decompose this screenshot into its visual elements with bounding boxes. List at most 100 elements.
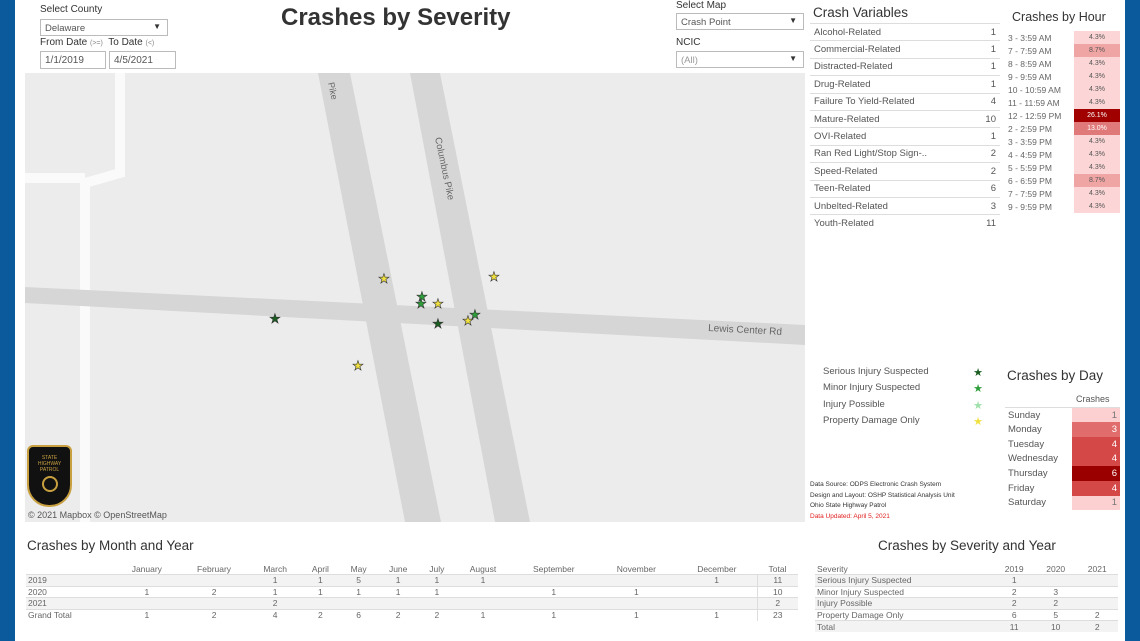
day-label: Sunday — [1008, 409, 1041, 421]
to-date-input[interactable]: 4/5/2021 — [109, 51, 176, 69]
column-header: September — [532, 563, 575, 574]
variable-name: Teen-Related — [810, 179, 975, 198]
legend-item[interactable]: Property Damage Only ★ — [823, 415, 983, 431]
table-cell: 11 — [1009, 621, 1019, 632]
table-row: 11 - 11:59 AM 4.3% — [1005, 96, 1120, 109]
crashes-column-header: Crashes — [1076, 394, 1110, 404]
crash-point-star-icon[interactable]: ★ — [269, 311, 281, 327]
from-date-input[interactable]: 1/1/2019 — [40, 51, 106, 69]
table-cell — [455, 598, 512, 610]
month-year-title: Crashes by Month and Year — [27, 538, 194, 553]
table-cell: 3 — [1053, 586, 1059, 597]
variable-name: Mature-Related — [810, 109, 975, 128]
legend-label: Serious Injury Suspected — [823, 366, 929, 377]
table-cell: 1 — [480, 575, 486, 586]
crash-point-star-icon[interactable]: ★ — [488, 269, 500, 285]
hour-label: 7 - 7:59 AM — [1008, 45, 1052, 56]
month-year-table: January February March April May June July Augu… — [26, 563, 798, 621]
table-cell: 5 — [356, 575, 361, 586]
table-row: January February March April May June July Augu… — [26, 563, 798, 575]
day-count: 4 — [1072, 451, 1120, 467]
table-cell: 10 — [756, 586, 798, 598]
crash-point-star-icon[interactable]: ★ — [432, 316, 444, 332]
dropdown-arrow-icon: ▼ — [153, 22, 161, 31]
day-label: Monday — [1008, 424, 1042, 436]
day-label: Saturday — [1008, 497, 1047, 509]
hour-label: 6 - 6:59 PM — [1008, 175, 1052, 186]
table-row: 9 - 9:59 AM 4.3% — [1005, 70, 1120, 83]
table-row: Minor Injury Suspected 2 3 — [815, 586, 1118, 598]
table-row: Thursday 6 — [1005, 466, 1120, 481]
table-row: Ran Red Light/Stop Sign-.. 2 — [810, 144, 1000, 163]
variable-count: 11 — [974, 214, 1000, 233]
column-header: January — [131, 563, 162, 574]
county-select[interactable]: Delaware ▼ — [40, 19, 168, 36]
legend-item[interactable]: Injury Possible ★ — [823, 399, 983, 415]
dropdown-arrow-icon: ▼ — [789, 54, 797, 63]
table-row: 2021 2 2 — [26, 597, 798, 610]
table-cell: 2 — [272, 598, 278, 609]
hour-label: 11 - 11:59 AM — [1008, 97, 1060, 108]
table-row: 12 - 12:59 PM 26.1% — [1005, 109, 1120, 122]
column-header: November — [616, 563, 656, 574]
table-cell: 1 — [1011, 575, 1017, 586]
column-header: 2020 — [1046, 563, 1066, 574]
table-cell: 1 — [434, 586, 440, 597]
crashes-by-day-table: Sunday 1 Monday 3 Tuesday 4 Wednesday 4 Thursday… — [1005, 407, 1120, 511]
table-cell: 2 — [756, 597, 798, 609]
crashes-by-hour-title: Crashes by Hour — [1012, 10, 1106, 24]
table-cell: 2 — [211, 586, 217, 597]
table-cell — [179, 598, 250, 610]
table-cell: 1 — [318, 586, 323, 597]
county-value: Delaware — [45, 23, 86, 34]
crash-variables-table: Alcohol-Related 1 Commercial-Related 1 Distr… — [810, 22, 1000, 233]
table-row: Saturday 1 — [1005, 495, 1120, 511]
table-cell: Minor Injury Suspected — [817, 586, 904, 597]
hour-percent: 8.7% — [1074, 44, 1120, 57]
table-row: Mature-Related 10 — [810, 109, 1000, 128]
table-row: Distracted-Related 1 — [810, 57, 1000, 76]
table-cell: 1 — [714, 575, 719, 586]
hour-percent: 4.3% — [1074, 187, 1120, 200]
map-canvas[interactable]: Pike Columbus Pike Lewis Center Rd ★ ★★★ ★… — [25, 73, 805, 522]
table-cell: 2 — [1011, 586, 1017, 597]
variable-count: 1 — [974, 22, 1000, 41]
crash-point-star-icon[interactable]: ★ — [415, 296, 427, 312]
crash-point-star-icon[interactable]: ★ — [469, 307, 481, 323]
table-cell: 4 — [272, 610, 278, 620]
table-row: 6 - 6:59 PM 8.7% — [1005, 174, 1120, 187]
table-row: Speed-Related 2 — [810, 162, 1000, 181]
map-select[interactable]: Crash Point ▼ — [676, 13, 804, 30]
hour-label: 12 - 12:59 PM — [1008, 110, 1062, 121]
legend-item[interactable]: Serious Injury Suspected ★ — [823, 366, 983, 382]
column-header: 2021 — [1087, 563, 1107, 574]
table-cell — [677, 598, 757, 610]
day-count: 6 — [1072, 466, 1120, 481]
day-label: Friday — [1008, 482, 1035, 494]
hour-percent: 4.3% — [1074, 70, 1120, 83]
hour-percent: 4.3% — [1074, 161, 1120, 174]
dropdown-arrow-icon: ▼ — [789, 16, 797, 25]
crash-point-star-icon[interactable]: ★ — [352, 358, 364, 374]
table-row: Alcohol-Related 1 — [810, 22, 1000, 41]
variable-count: 1 — [974, 127, 1000, 146]
table-row: 5 - 5:59 PM 4.3% — [1005, 161, 1120, 174]
map-attribution[interactable]: © 2021 Mapbox © OpenStreetMap — [28, 510, 167, 520]
crash-point-star-icon[interactable]: ★ — [432, 296, 444, 312]
crash-map[interactable]: Pike Columbus Pike Lewis Center Rd ★ ★ ★ ★ ★… — [25, 73, 805, 522]
table-cell — [1076, 575, 1118, 587]
table-row: Youth-Related 11 — [810, 214, 1000, 233]
county-label: Select County — [40, 4, 103, 15]
table-row: Friday 4 — [1005, 480, 1120, 496]
star-icon: ★ — [973, 399, 983, 412]
column-header: April — [311, 563, 329, 574]
ncic-select[interactable]: (All) ▼ — [676, 51, 804, 68]
day-count: 3 — [1072, 422, 1120, 437]
table-cell: Total — [817, 621, 835, 632]
variable-name: Drug-Related — [810, 75, 975, 94]
ohio-state-highway-patrol-logo: STATE HIGHWAY PATROL — [27, 445, 72, 507]
column-header: 2019 — [1004, 563, 1024, 574]
legend-item[interactable]: Minor Injury Suspected ★ — [823, 382, 983, 398]
table-row: 7 - 7:59 PM 4.3% — [1005, 187, 1120, 200]
crash-point-star-icon[interactable]: ★ — [378, 271, 390, 287]
